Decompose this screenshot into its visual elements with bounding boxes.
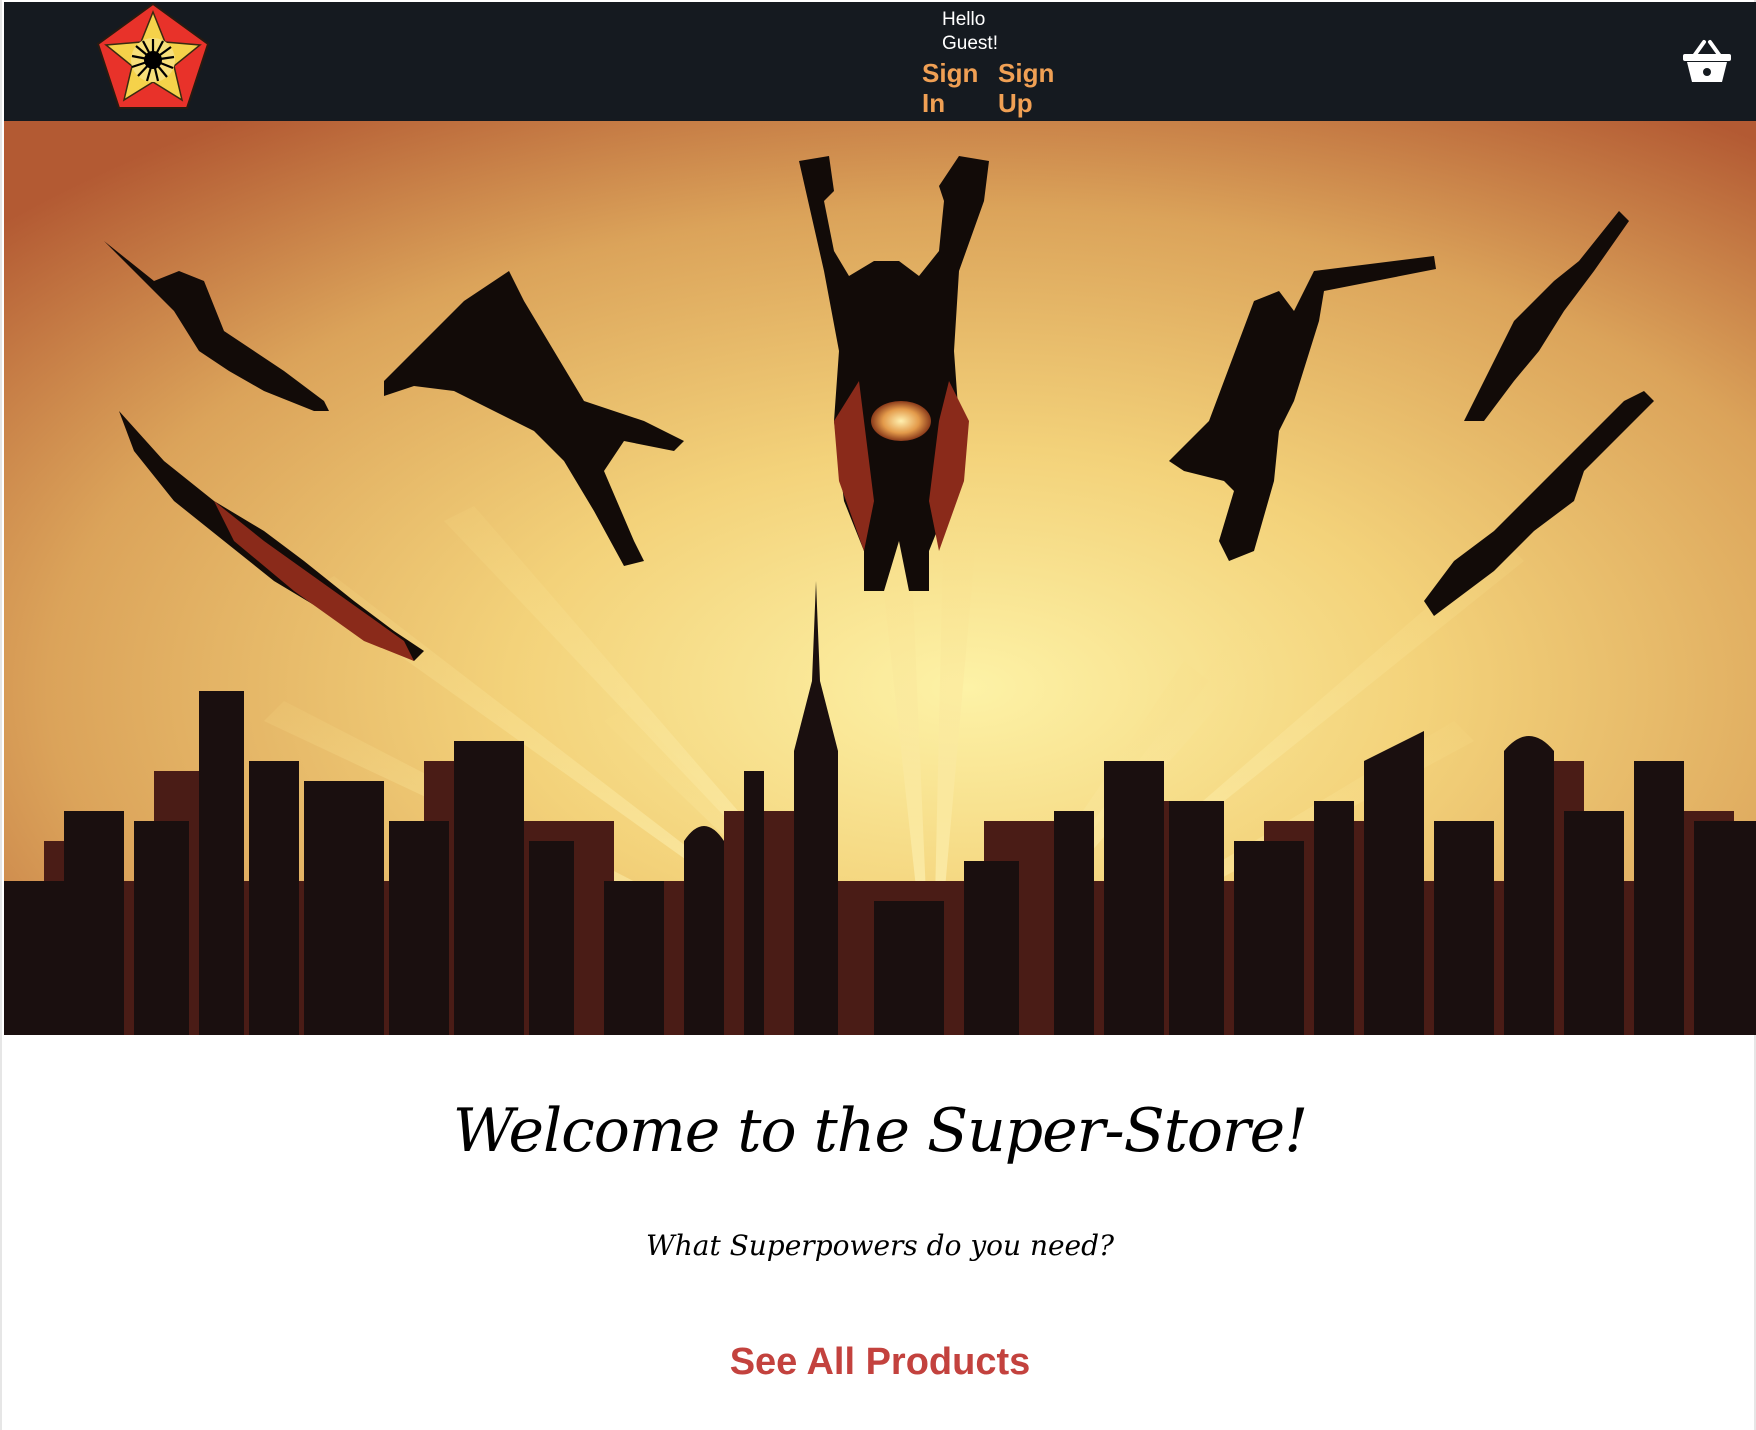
welcome-subtitle: What Superpowers do you need?	[645, 1229, 1115, 1262]
hero-image	[4, 121, 1756, 1035]
shopping-basket-icon[interactable]	[1682, 38, 1732, 84]
see-all-products-link[interactable]: See All Products	[4, 1338, 1756, 1386]
sign-in-link[interactable]: Sign In	[922, 58, 988, 118]
welcome-title: Welcome to the Super-Store!	[452, 1096, 1309, 1166]
navbar: Hello Guest! Sign In Sign Up	[4, 2, 1756, 121]
greeting-text: Hello Guest!	[942, 9, 998, 54]
sign-up-link[interactable]: Sign Up	[998, 58, 1064, 118]
page: Hello Guest! Sign In Sign Up Welcome to …	[0, 0, 1756, 1430]
superhero-logo-icon[interactable]	[94, 2, 212, 114]
